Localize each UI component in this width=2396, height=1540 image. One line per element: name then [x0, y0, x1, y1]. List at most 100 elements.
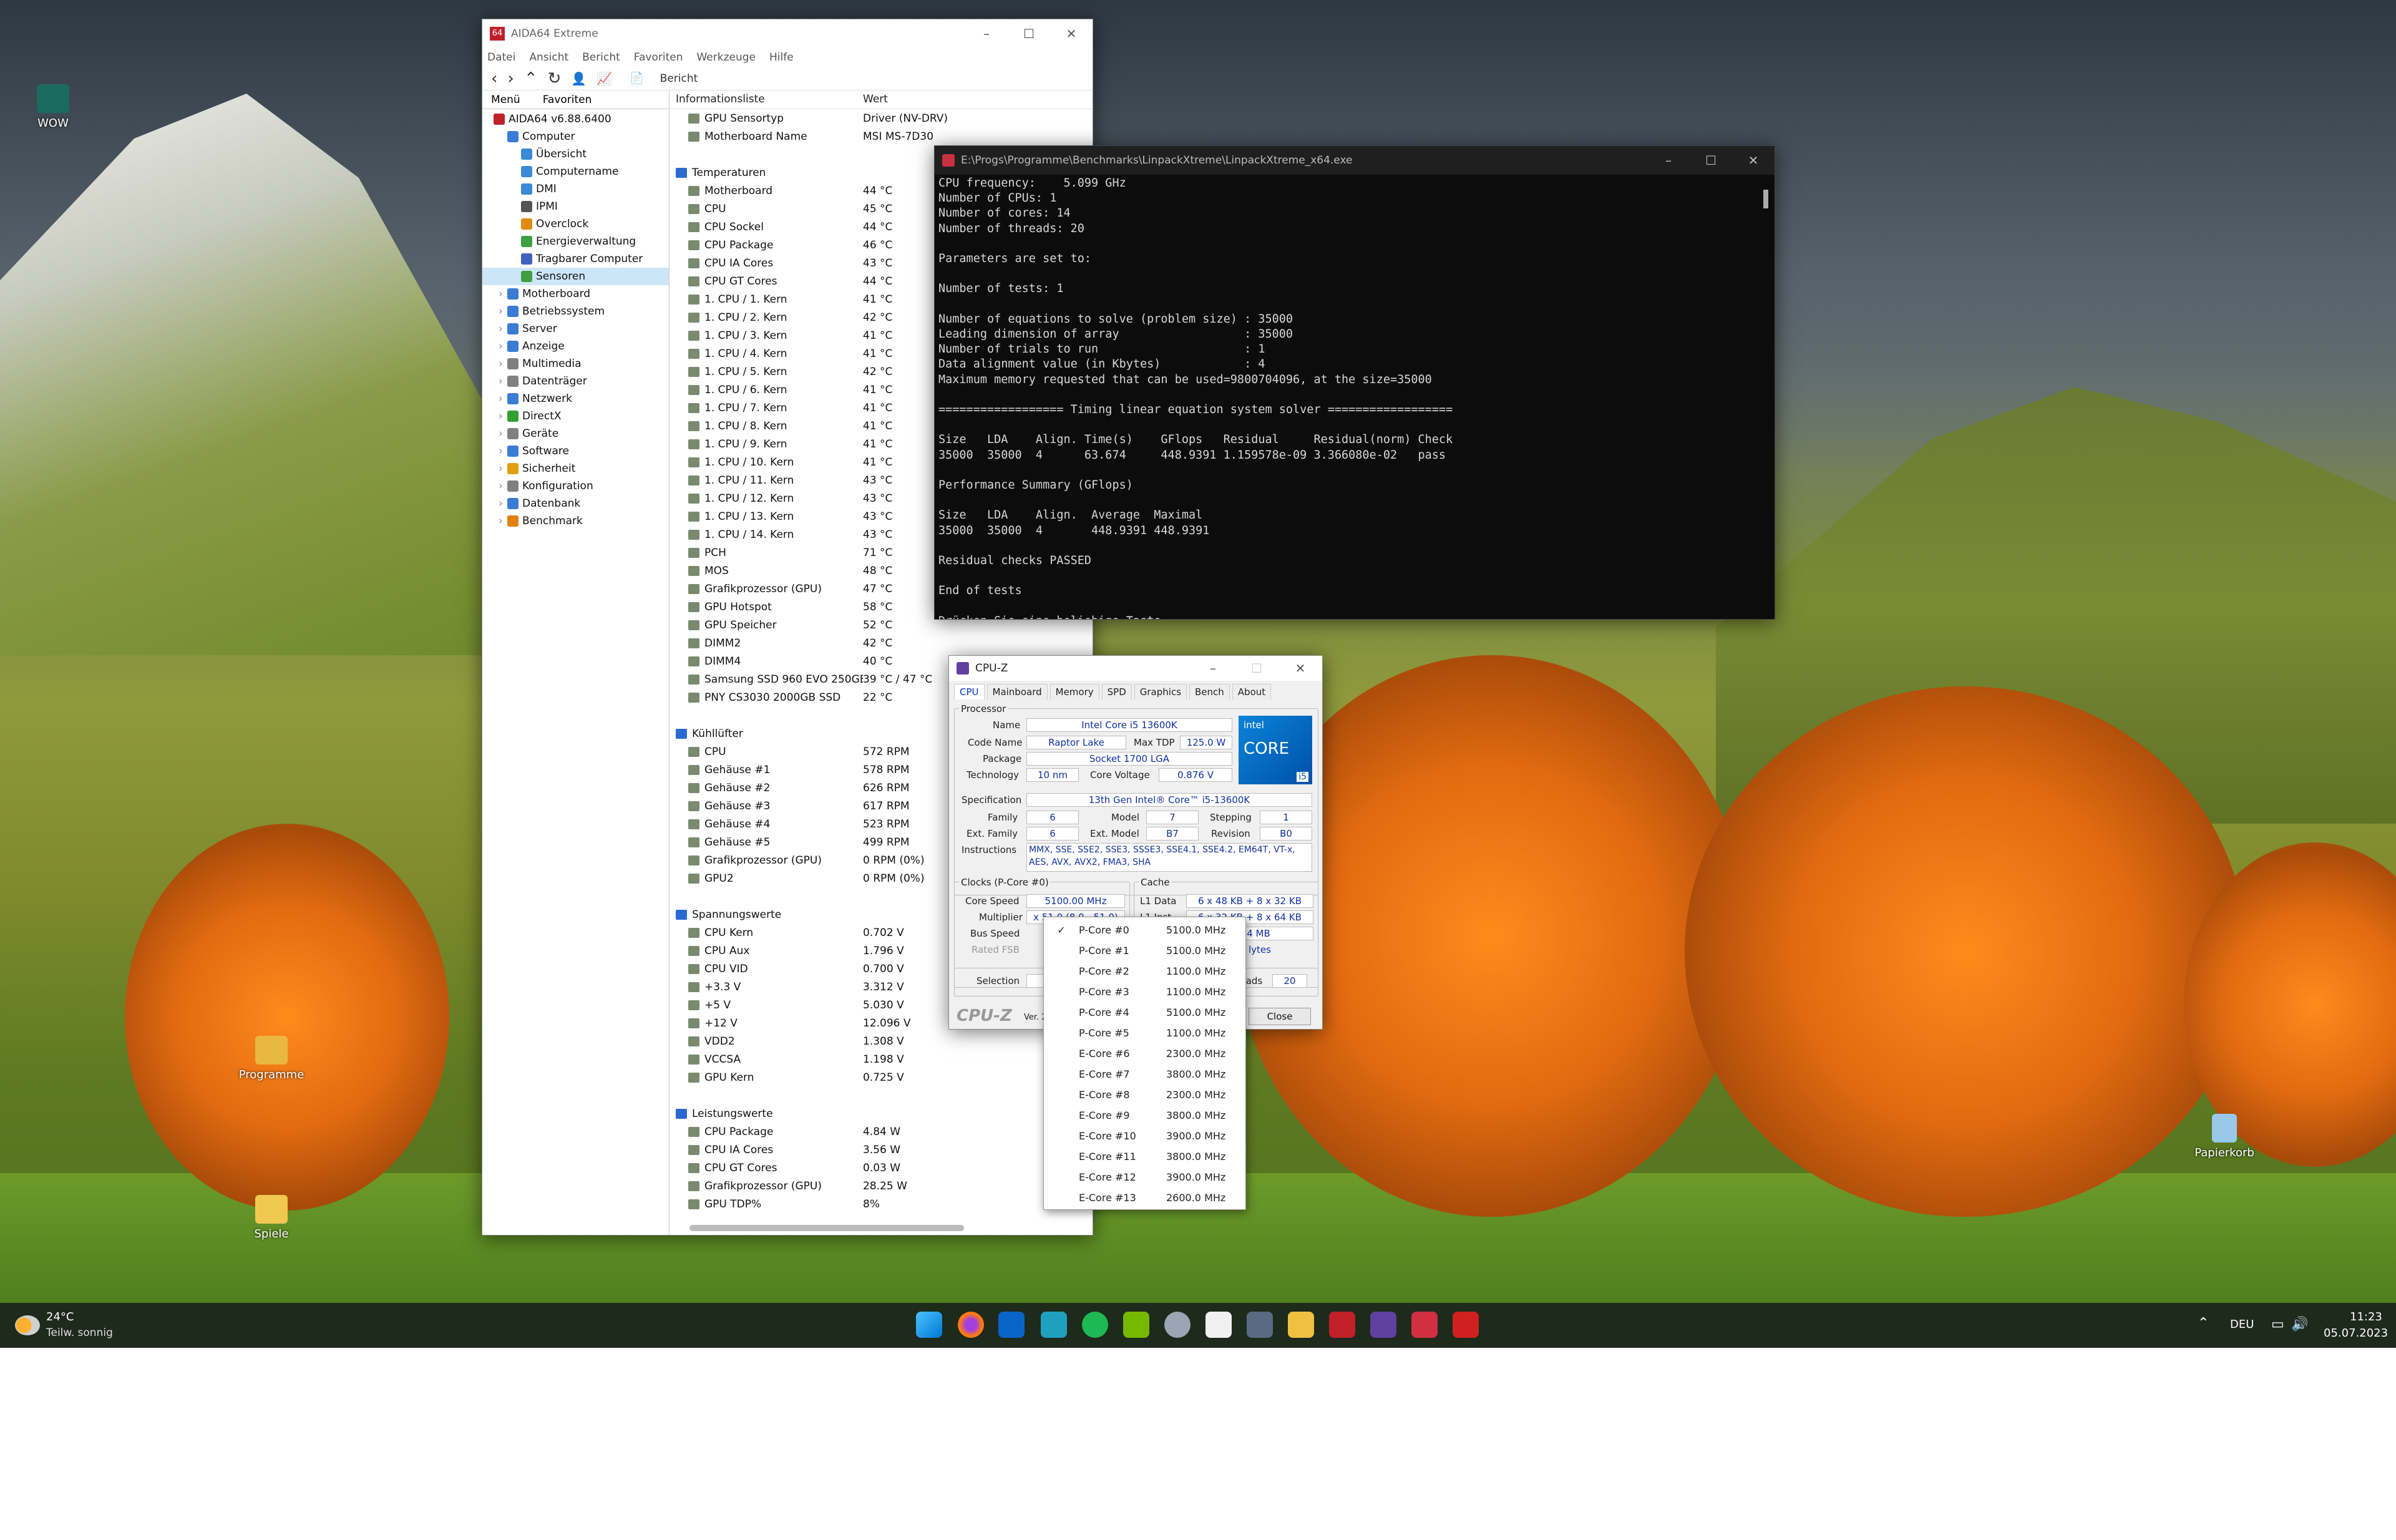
expand-icon[interactable]: › — [499, 340, 507, 353]
tree-item[interactable]: › Datenbank — [482, 495, 669, 512]
tab[interactable]: Favoriten — [539, 94, 596, 109]
sensor-row[interactable]: CPU IA Cores 3.56 W — [676, 1141, 1093, 1159]
tree-item[interactable]: › Sicherheit — [482, 460, 669, 477]
expand-icon[interactable]: › — [499, 462, 507, 475]
tab-graphics[interactable]: Graphics — [1134, 684, 1187, 699]
tab-mainboard[interactable]: Mainboard — [986, 684, 1048, 699]
cpuz-taskbar-icon[interactable] — [1370, 1312, 1396, 1338]
tree-item[interactable]: › Multimedia — [482, 355, 669, 373]
sensor-row[interactable]: GPU TDP% 8% — [676, 1195, 1093, 1213]
user-icon[interactable]: 👤 — [571, 71, 587, 86]
tree-item[interactable]: › Software — [482, 442, 669, 460]
expand-icon[interactable]: › — [499, 445, 507, 457]
tree-item[interactable]: › Motherboard — [482, 285, 669, 303]
close-button[interactable]: ✕ — [1732, 146, 1775, 175]
core-option[interactable]: P-Core #1 5100.0 MHz — [1044, 940, 1245, 961]
start-icon[interactable] — [916, 1312, 942, 1338]
expand-icon[interactable]: › — [499, 323, 507, 335]
tree-item[interactable]: Sensoren — [482, 268, 669, 285]
tree-item[interactable]: Computer — [482, 128, 669, 145]
horizontal-scrollbar[interactable] — [689, 1225, 964, 1231]
desktop-icon-programme[interactable]: Programme — [225, 1036, 318, 1081]
tree-item[interactable]: › Konfiguration — [482, 477, 669, 495]
spotify-icon[interactable] — [1082, 1312, 1108, 1338]
desktop-icon-papierkorb[interactable]: Papierkorb — [2178, 1114, 2271, 1159]
tree-item[interactable]: › DirectX — [482, 407, 669, 425]
sensor-row[interactable]: GPU Sensortyp Driver (NV-DRV) — [676, 109, 1093, 127]
aida64-titlebar[interactable]: 64 AIDA64 Extreme – ☐ ✕ — [482, 19, 1093, 48]
tree-item[interactable]: Tragbarer Computer — [482, 250, 669, 268]
outlook-icon[interactable] — [998, 1312, 1025, 1338]
weather-text[interactable]: Teilw. sonnig — [46, 1327, 113, 1339]
sensor-row[interactable]: VDD2 1.308 V — [676, 1032, 1093, 1050]
sensor-row[interactable]: GPU Kern 0.725 V — [676, 1068, 1093, 1086]
sensor-row[interactable]: CPU Package 4.84 W — [676, 1123, 1093, 1141]
core-dropdown[interactable]: ✓ P-Core #0 5100.0 MHz P-Core #1 5100.0 MHz P… — [1043, 917, 1246, 1210]
tree-item[interactable]: Overclock — [482, 215, 669, 233]
minimize-button[interactable]: – — [965, 19, 1008, 48]
tab-about[interactable]: About — [1232, 684, 1272, 699]
cpuz-titlebar[interactable]: CPU-Z – ☐ ✕ — [949, 656, 1322, 681]
sensor-row[interactable]: VCCSA 1.198 V — [676, 1050, 1093, 1068]
core-option[interactable]: P-Core #4 5100.0 MHz — [1044, 1002, 1245, 1023]
column-info[interactable]: Informationsliste — [671, 90, 858, 109]
up-icon[interactable]: ⌃ — [524, 69, 538, 88]
menu-item[interactable]: Datei — [487, 51, 515, 64]
chart-icon[interactable]: 📈 — [597, 71, 612, 86]
tab-bench[interactable]: Bench — [1189, 684, 1230, 699]
core-option[interactable]: P-Core #3 1100.0 MHz — [1044, 982, 1245, 1002]
notepad-icon[interactable] — [1041, 1312, 1067, 1338]
desktop-icon-wow[interactable]: WOW — [6, 84, 100, 130]
tree-item[interactable]: DMI — [482, 180, 669, 198]
sensor-row[interactable]: DIMM2 42 °C — [676, 634, 1093, 652]
sensor-row[interactable]: CPU GT Cores 0.03 W — [676, 1159, 1093, 1177]
calculator-icon[interactable] — [1247, 1312, 1273, 1338]
maximize-button[interactable]: ☐ — [1235, 656, 1278, 681]
core-option[interactable]: E-Core #9 3800.0 MHz — [1044, 1105, 1245, 1126]
sensor-row[interactable] — [676, 1086, 1093, 1104]
tree-item[interactable]: IPMI — [482, 198, 669, 215]
expand-icon[interactable]: › — [499, 375, 507, 387]
column-value[interactable]: Wert — [858, 90, 893, 109]
tree-item[interactable]: Energieverwaltung — [482, 233, 669, 250]
tree-item[interactable]: › Server — [482, 320, 669, 338]
expand-icon[interactable]: › — [499, 515, 507, 527]
minimize-button[interactable]: – — [1647, 146, 1690, 175]
tab-spd[interactable]: SPD — [1101, 684, 1132, 699]
tab-memory[interactable]: Memory — [1049, 684, 1099, 699]
sensor-row[interactable]: Grafikprozessor (GPU) 28.25 W — [676, 1177, 1093, 1195]
report-icon[interactable]: 📄 — [630, 72, 643, 85]
nvidia-icon[interactable] — [1123, 1312, 1149, 1338]
expand-icon[interactable]: › — [499, 427, 507, 440]
tree-item[interactable]: › Benchmark — [482, 512, 669, 530]
menu-item[interactable]: Favoriten — [634, 51, 683, 64]
expand-icon[interactable]: › — [499, 358, 507, 370]
tree-item[interactable]: Übersicht — [482, 145, 669, 163]
core-option[interactable]: P-Core #5 1100.0 MHz — [1044, 1023, 1245, 1043]
core-option[interactable]: E-Core #11 3800.0 MHz — [1044, 1146, 1245, 1167]
explorer-icon[interactable] — [1288, 1312, 1314, 1338]
desktop-icon-spiele[interactable]: Spiele — [225, 1195, 318, 1240]
sensor-row[interactable]: Motherboard Name MSI MS-7D30 — [676, 127, 1093, 145]
console-output[interactable]: CPU frequency: 5.099 GHz Number of CPUs:… — [935, 175, 1775, 619]
console-titlebar[interactable]: E:\Progs\Programme\Benchmarks\LinpackXtr… — [935, 146, 1775, 175]
core-option[interactable]: P-Core #2 1100.0 MHz — [1044, 961, 1245, 982]
power-tool-icon[interactable] — [1453, 1312, 1479, 1338]
weather-temp[interactable]: 24°C — [46, 1310, 74, 1323]
expand-icon[interactable]: › — [499, 392, 507, 405]
expand-icon[interactable]: › — [499, 410, 507, 422]
linpack-taskbar-icon[interactable] — [1411, 1312, 1438, 1338]
tree-item[interactable]: › Datenträger — [482, 373, 669, 390]
core-option[interactable]: E-Core #12 3900.0 MHz — [1044, 1167, 1245, 1187]
refresh-icon[interactable]: ↻ — [548, 69, 562, 88]
expand-icon[interactable]: › — [499, 305, 507, 318]
tab-cpu[interactable]: CPU — [954, 684, 985, 699]
menu-item[interactable]: Bericht — [582, 51, 620, 64]
maximize-button[interactable]: ☐ — [1008, 19, 1050, 48]
forward-icon[interactable]: › — [507, 69, 514, 88]
store-icon[interactable] — [1205, 1312, 1232, 1338]
weather-icon[interactable] — [15, 1315, 40, 1335]
aida64-taskbar-icon[interactable] — [1329, 1312, 1355, 1338]
firefox-icon[interactable] — [958, 1312, 984, 1338]
tree-item[interactable]: › Betriebssystem — [482, 303, 669, 320]
